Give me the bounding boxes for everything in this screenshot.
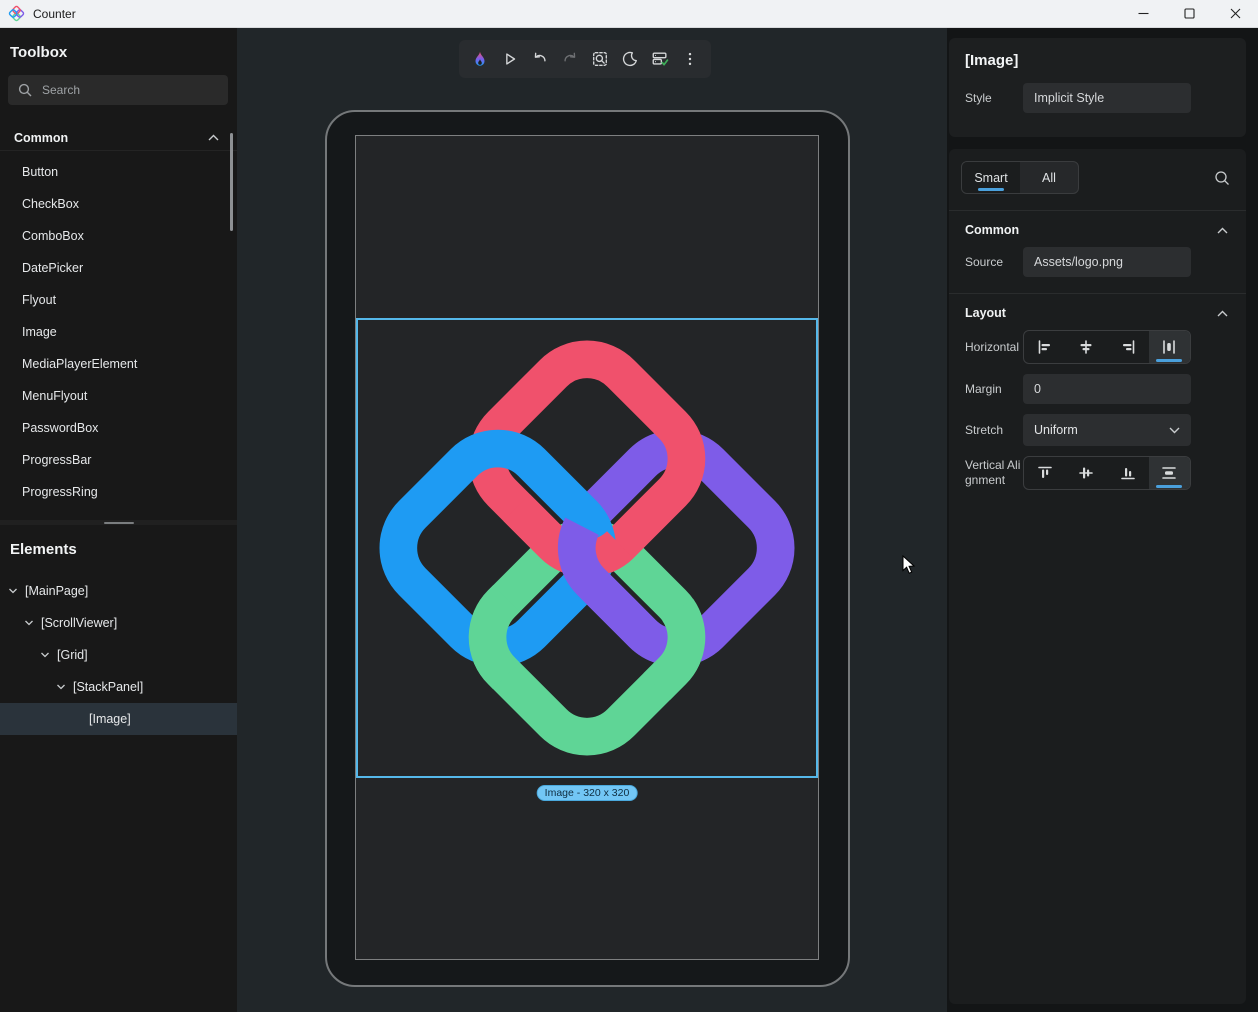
toolbox-title: Toolbox: [0, 28, 237, 61]
source-input[interactable]: [1023, 247, 1191, 277]
zoom-selection-icon[interactable]: [587, 46, 613, 72]
align-left-button[interactable]: [1024, 331, 1066, 363]
search-icon: [18, 83, 32, 97]
chevron-up-icon: [208, 134, 219, 141]
toolbox-scrollbar[interactable]: [230, 133, 233, 231]
elements-tree: [MainPage] [ScrollViewer] [Grid] [StackP…: [0, 575, 237, 735]
stretch-select[interactable]: Uniform: [1023, 414, 1191, 446]
toolbox-item-menuflyout[interactable]: MenuFlyout: [0, 380, 237, 412]
horizontal-alignment-group: [1023, 330, 1191, 364]
selection-size-badge: Image - 320 x 320: [537, 785, 638, 801]
toolbox-section-common[interactable]: Common: [0, 125, 237, 151]
selected-image-element[interactable]: [356, 318, 818, 778]
vertical-alignment-label: Vertical Alignment: [965, 458, 1023, 488]
more-options-button[interactable]: [677, 46, 703, 72]
maximize-button[interactable]: [1166, 0, 1212, 27]
selected-element-title: [Image]: [965, 52, 1230, 69]
align-bottom-button[interactable]: [1107, 457, 1149, 489]
chevron-up-icon: [1217, 310, 1228, 317]
designer-toolbar: [459, 40, 711, 78]
toolbox-list: Button CheckBox ComboBox DatePicker Flyo…: [0, 156, 237, 508]
align-center-horizontal-button[interactable]: [1066, 331, 1108, 363]
tree-item-image[interactable]: [Image]: [0, 703, 237, 735]
toolbox-item-checkbox[interactable]: CheckBox: [0, 188, 237, 220]
vertical-alignment-group: [1023, 456, 1191, 490]
tree-item-stackpanel[interactable]: [StackPanel]: [0, 671, 237, 703]
toolbox-item-image[interactable]: Image: [0, 316, 237, 348]
uno-logo-image: [358, 320, 816, 776]
design-canvas[interactable]: Image - 320 x 320: [237, 28, 947, 1012]
hot-design-flame-icon[interactable]: [467, 46, 493, 72]
redo-button[interactable]: [557, 46, 583, 72]
properties-search-icon[interactable]: [1214, 170, 1230, 186]
theme-moon-icon[interactable]: [617, 46, 643, 72]
undo-button[interactable]: [527, 46, 553, 72]
margin-input[interactable]: [1023, 374, 1191, 404]
title-bar: Counter: [0, 0, 1258, 28]
toolbox-item-mediaplayerelement[interactable]: MediaPlayerElement: [0, 348, 237, 380]
tree-item-scrollviewer[interactable]: [ScrollViewer]: [0, 607, 237, 639]
section-layout[interactable]: Layout: [949, 294, 1246, 324]
play-button[interactable]: [497, 46, 523, 72]
tab-smart[interactable]: Smart: [962, 162, 1020, 193]
toolbox-item-combobox[interactable]: ComboBox: [0, 220, 237, 252]
properties-panel: [Image] Style Smart All: [947, 28, 1258, 1012]
align-top-button[interactable]: [1024, 457, 1066, 489]
window-title: Counter: [33, 7, 76, 21]
toolbox-section-label: Common: [14, 131, 208, 145]
align-stretch-vertical-button[interactable]: [1149, 457, 1191, 489]
close-button[interactable]: [1212, 0, 1258, 27]
toolbox-item-progressbar[interactable]: ProgressBar: [0, 444, 237, 476]
toolbox-search-input[interactable]: [42, 83, 192, 97]
style-label: Style: [965, 91, 1023, 106]
active-option-indicator: [1156, 359, 1182, 362]
toolbox-item-datepicker[interactable]: DatePicker: [0, 252, 237, 284]
chevron-down-icon[interactable]: [24, 618, 34, 628]
active-option-indicator: [1156, 485, 1182, 488]
align-right-button[interactable]: [1107, 331, 1149, 363]
style-input[interactable]: [1023, 83, 1191, 113]
mouse-cursor: [902, 555, 916, 575]
align-stretch-horizontal-button[interactable]: [1149, 331, 1191, 363]
app-logo-icon: [8, 5, 25, 22]
toolbox-item-progressring[interactable]: ProgressRing: [0, 476, 237, 508]
chevron-down-icon: [1169, 427, 1180, 434]
toolbox-item-passwordbox[interactable]: PasswordBox: [0, 412, 237, 444]
toolbox-item-flyout[interactable]: Flyout: [0, 284, 237, 316]
section-common[interactable]: Common: [949, 211, 1246, 241]
devices-check-icon[interactable]: [647, 46, 673, 72]
chevron-down-icon[interactable]: [56, 682, 66, 692]
tab-all[interactable]: All: [1020, 162, 1078, 193]
horizontal-alignment-label: Horizontal: [965, 340, 1023, 355]
chevron-down-icon[interactable]: [8, 586, 18, 596]
properties-card: Smart All Common Source: [949, 149, 1246, 1004]
chevron-down-icon[interactable]: [40, 650, 50, 660]
selection-header-card: [Image] Style: [949, 38, 1246, 137]
align-center-vertical-button[interactable]: [1066, 457, 1108, 489]
left-panel: Toolbox Common Button CheckBox ComboBox …: [0, 28, 237, 1012]
toolbox-search[interactable]: [8, 75, 228, 105]
properties-tabs: Smart All: [949, 149, 1246, 204]
toolbox-item-button[interactable]: Button: [0, 156, 237, 188]
elements-title: Elements: [0, 525, 237, 558]
active-tab-indicator: [978, 188, 1004, 191]
elements-panel: Elements [MainPage] [ScrollViewer] [Grid…: [0, 525, 237, 1012]
margin-label: Margin: [965, 382, 1023, 397]
tree-item-mainpage[interactable]: [MainPage]: [0, 575, 237, 607]
chevron-up-icon: [1217, 227, 1228, 234]
source-label: Source: [965, 255, 1023, 270]
stretch-label: Stretch: [965, 423, 1023, 438]
tree-item-grid[interactable]: [Grid]: [0, 639, 237, 671]
minimize-button[interactable]: [1120, 0, 1166, 27]
